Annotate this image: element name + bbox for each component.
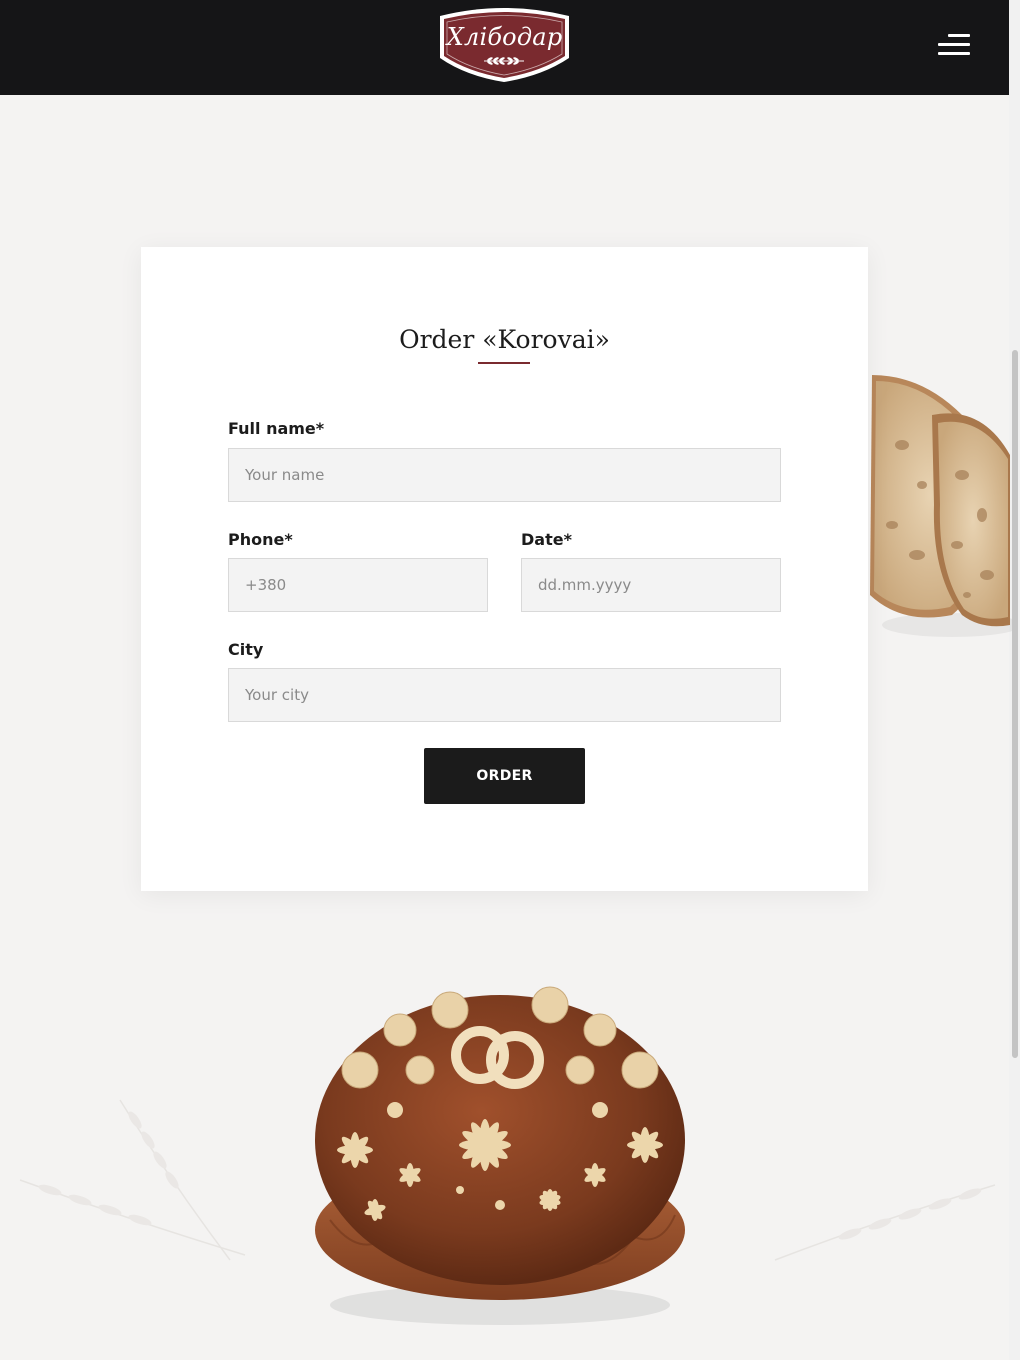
wheat-decoration-left [19, 1099, 246, 1261]
form-title: Order «Korovai» [399, 325, 610, 354]
city-input[interactable] [228, 668, 781, 722]
phone-input[interactable] [228, 558, 488, 612]
logo-text: Хлібодар [446, 23, 563, 51]
date-input[interactable] [521, 558, 781, 612]
scrollbar-thumb[interactable] [1012, 350, 1018, 1058]
korovai-bread-image [315, 986, 685, 1325]
page-scrollbar[interactable] [1009, 0, 1020, 1360]
title-underline [478, 362, 530, 364]
order-form-card: Order «Korovai» Full name* Phone* Date* … [141, 247, 868, 891]
site-header: Хлібодар [0, 0, 1009, 95]
phone-label: Phone* [228, 530, 293, 549]
bread-slices-image [870, 375, 1012, 637]
order-button[interactable]: ORDER [424, 748, 585, 804]
full-name-input[interactable] [228, 448, 781, 502]
full-name-label: Full name* [228, 419, 325, 438]
city-label: City [228, 640, 264, 659]
hamburger-menu-icon[interactable] [936, 32, 972, 58]
brand-logo[interactable]: Хлібодар [432, 6, 577, 82]
date-label: Date* [521, 530, 572, 549]
wheat-decoration-right [774, 1184, 996, 1261]
